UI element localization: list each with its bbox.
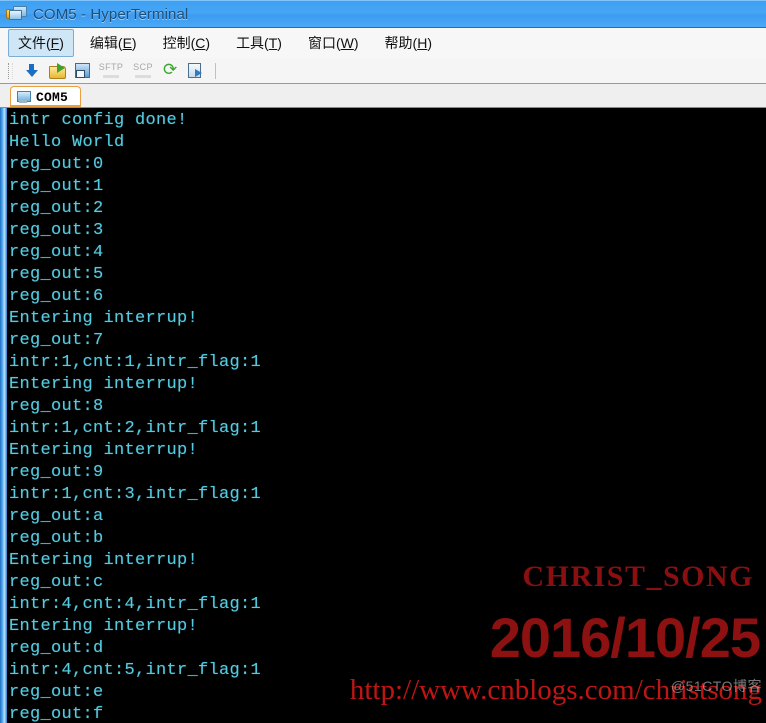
- toolbar: SFTP SCP ⟳: [0, 58, 766, 84]
- menu-label-tools-pre: 工具(: [236, 35, 269, 51]
- menu-accel-file: F: [50, 35, 60, 51]
- scp-underline: [135, 74, 151, 78]
- refresh-arrow-icon: ⟳: [163, 60, 178, 80]
- menu-accel-edit: E: [122, 35, 132, 51]
- terminal-line: reg_out:9: [9, 463, 104, 482]
- menu-label-help-post: ): [427, 35, 432, 51]
- serial-terminal-icon: [6, 5, 27, 23]
- hyperterminal-window: COM5 - HyperTerminal 文件(F) 编辑(E) 控制(C) 工…: [0, 0, 766, 723]
- menu-label-tools-post: ): [277, 35, 282, 51]
- terminal-line: reg_out:5: [9, 265, 104, 284]
- properties-icon: [188, 63, 204, 78]
- download-arrow-icon: [25, 63, 39, 78]
- terminal-line: reg_out:4: [9, 243, 104, 262]
- terminal-line: reg_out:1: [9, 177, 104, 196]
- terminal-left-edge: [0, 108, 7, 723]
- menu-label-file-pre: 文件(: [18, 35, 51, 51]
- watermark-brand: CHRIST_SONG: [522, 560, 754, 593]
- watermark-site-tag: @51CTO博客: [670, 678, 762, 694]
- menu-label-control-pre: 控制(: [162, 35, 196, 51]
- menu-bar: 文件(F) 编辑(E) 控制(C) 工具(T) 窗口(W) 帮助(H): [0, 28, 766, 58]
- terminal-line: reg_out:a: [9, 507, 104, 526]
- terminal-line: intr config done!: [9, 111, 188, 130]
- terminal-line: intr:1,cnt:2,intr_flag:1: [9, 419, 262, 438]
- menu-item-window[interactable]: 窗口(W): [298, 29, 369, 57]
- terminal-line: reg_out:2: [9, 199, 104, 218]
- tab-strip: COM5: [0, 84, 766, 108]
- menu-item-help[interactable]: 帮助(H): [375, 29, 442, 57]
- sftp-button[interactable]: SFTP: [96, 61, 126, 81]
- menu-label-window-pre: 窗口(: [307, 35, 341, 51]
- terminal-line: reg_out:0: [9, 155, 104, 174]
- terminal-line: Entering interrup!: [9, 309, 199, 328]
- terminal-line: reg_out:3: [9, 221, 104, 240]
- terminal-line: intr:1,cnt:1,intr_flag:1: [9, 353, 262, 372]
- menu-item-control[interactable]: 控制(C): [153, 29, 220, 57]
- menu-accel-control: C: [195, 35, 206, 51]
- menu-label-edit-post: ): [131, 35, 137, 51]
- terminal-line: Entering interrup!: [9, 375, 199, 394]
- tab-com5[interactable]: COM5: [10, 86, 82, 107]
- terminal-line: reg_out:b: [9, 529, 104, 548]
- menu-item-tools[interactable]: 工具(T): [226, 29, 292, 57]
- menu-accel-window: W: [340, 35, 354, 51]
- terminal-line: Hello World: [9, 133, 125, 152]
- menu-accel-help: H: [417, 35, 428, 51]
- tab-label: COM5: [36, 89, 69, 105]
- save-button[interactable]: [71, 61, 93, 81]
- toolbar-grip[interactable]: [8, 62, 13, 79]
- terminal-line: intr:1,cnt:3,intr_flag:1: [9, 485, 262, 504]
- terminal-output[interactable]: intr config done! Hello World reg_out:0 …: [0, 108, 766, 723]
- properties-button[interactable]: [185, 61, 207, 81]
- menu-item-edit[interactable]: 编辑(E): [80, 29, 147, 57]
- menu-accel-tools: T: [268, 35, 278, 51]
- window-title: COM5 - HyperTerminal: [33, 5, 189, 23]
- menu-label-file-post: ): [59, 35, 64, 51]
- title-bar: COM5 - HyperTerminal: [0, 0, 766, 28]
- connect-button[interactable]: [21, 61, 43, 81]
- open-folder-icon: [48, 62, 66, 79]
- monitor-icon: [16, 90, 31, 104]
- menu-item-file[interactable]: 文件(F): [8, 29, 74, 57]
- watermark-date: 2016/10/25: [489, 606, 761, 669]
- menu-label-control-post: ): [205, 35, 211, 51]
- terminal-line: reg_out:6: [9, 287, 104, 306]
- terminal-line: Entering interrup!: [9, 441, 199, 460]
- reconnect-button[interactable]: ⟳: [160, 61, 182, 81]
- scp-text-icon: SCP: [133, 61, 153, 72]
- menu-label-window-post: ): [353, 35, 359, 51]
- toolbar-separator: [215, 62, 216, 79]
- sftp-text-icon: SFTP: [98, 61, 124, 72]
- open-file-button[interactable]: [46, 61, 68, 81]
- sftp-underline: [103, 74, 119, 78]
- scp-button[interactable]: SCP: [128, 61, 158, 81]
- terminal-line: reg_out:7: [9, 331, 104, 350]
- terminal-line: reg_out:8: [9, 397, 104, 416]
- menu-label-help-pre: 帮助(: [384, 35, 418, 51]
- menu-label-edit-pre: 编辑(: [89, 35, 123, 51]
- floppy-disk-icon: [74, 63, 90, 78]
